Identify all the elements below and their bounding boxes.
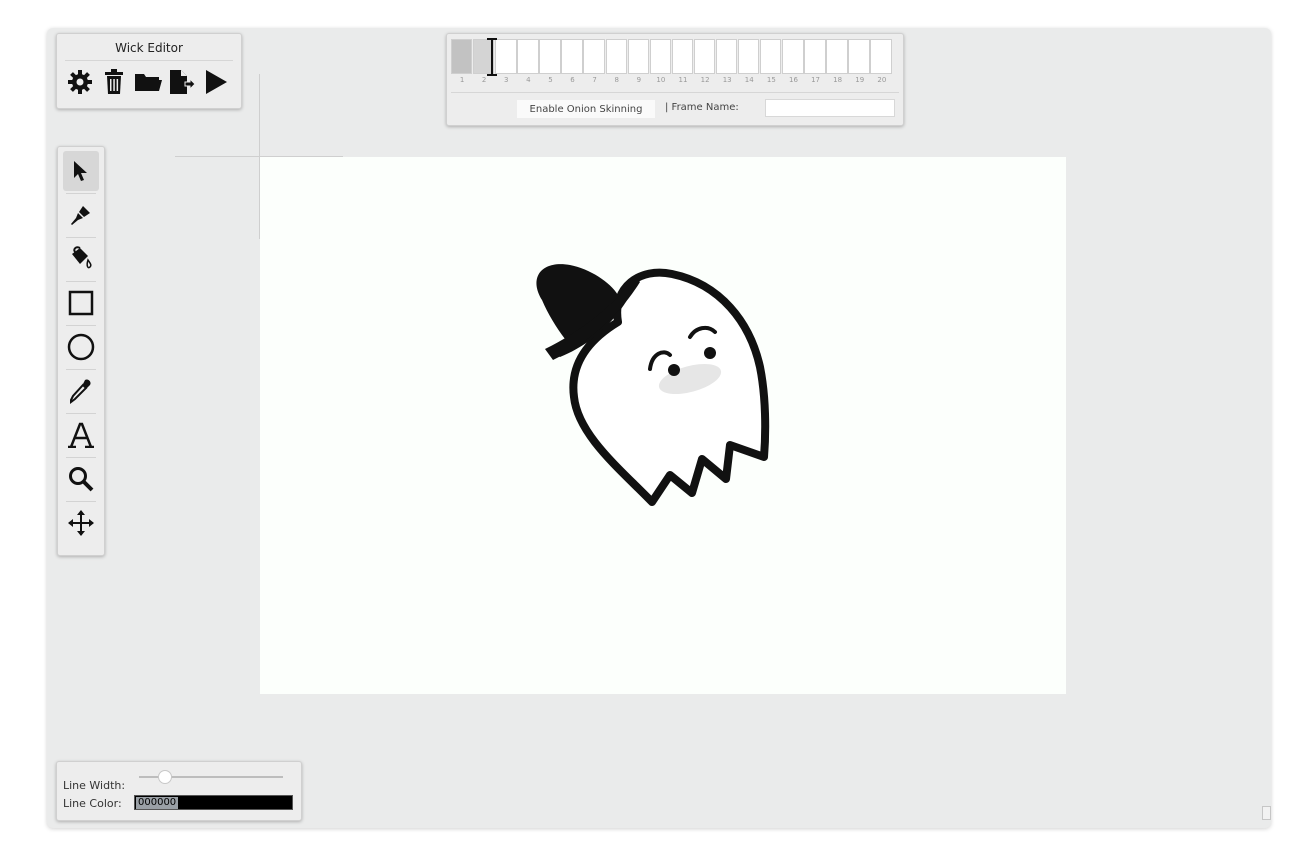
onion-skinning-button[interactable]: Enable Onion Skinning [517,100,655,118]
line-width-slider-thumb[interactable] [157,770,172,784]
trash-icon[interactable] [100,68,128,96]
frame-number: 9 [636,76,642,84]
frame-cell[interactable] [627,39,650,74]
frame-number: 11 [678,76,688,84]
gear-icon[interactable] [66,68,94,96]
frame-number: 19 [855,76,865,84]
frame-name-input[interactable] [765,99,895,117]
frame-number: 5 [548,76,553,84]
zoom-icon[interactable] [63,459,99,499]
divider [65,60,233,61]
line-width-label: Line Width: [63,779,126,792]
editor-window: Wick Editor 1 2 3 4 5 6 7 8 9 10 11 12 1… [47,28,1271,828]
frame-strip [451,39,893,74]
frame-number: 13 [722,76,732,84]
frame-number: 14 [744,76,754,84]
fill-bucket-icon[interactable] [63,239,99,279]
play-icon[interactable] [202,68,230,96]
drawing-canvas[interactable] [260,157,1066,694]
properties-panel: Line Width: Line Color: 000000 [56,761,302,821]
divider [66,281,96,282]
frame-cell[interactable] [715,39,738,74]
frame-cell[interactable] [495,39,517,74]
frame-cell[interactable] [693,39,716,74]
dropper-icon[interactable] [63,371,99,411]
divider [66,325,96,326]
rectangle-icon[interactable] [63,283,99,323]
divider [66,237,96,238]
frame-cell[interactable] [451,39,473,74]
frame-number: 17 [811,76,820,84]
frame-cell[interactable] [804,39,826,74]
frame-number: 8 [614,76,619,84]
frame-number: 4 [526,76,531,84]
line-color-value[interactable]: 000000 [136,797,179,809]
divider [66,457,96,458]
frame-cell[interactable] [605,39,627,74]
frame-cell[interactable] [848,39,870,74]
frame-cell[interactable] [870,39,892,74]
frame-cell[interactable] [671,39,694,74]
ellipse-icon[interactable] [63,327,99,367]
frame-cell[interactable] [539,39,561,74]
folder-icon[interactable] [134,68,162,96]
divider [451,92,899,93]
export-icon[interactable] [168,68,196,96]
app-title: Wick Editor [115,41,183,55]
line-color-label: Line Color: [63,797,122,810]
frame-number: 10 [656,76,666,84]
frame-cell[interactable] [760,39,782,74]
frame-cell[interactable] [738,39,760,74]
frame-cell[interactable] [517,39,539,74]
tools-panel [57,146,105,556]
frame-cell[interactable] [649,39,672,74]
frame-number: 6 [570,76,575,84]
pan-icon[interactable] [63,503,99,543]
frame-number: 2 [481,76,487,84]
frame-cell[interactable] [782,39,804,74]
frame-numbers: 1 2 3 4 5 6 7 8 9 10 11 12 13 14 15 16 17 18 19 20 [451,76,893,84]
divider [66,369,96,370]
frame-cell[interactable] [826,39,848,74]
brush-icon[interactable] [63,195,99,235]
frame-name-label: | Frame Name: [665,102,739,113]
frame-number: 12 [700,76,710,84]
frame-number: 3 [504,76,509,84]
text-icon[interactable] [63,415,99,455]
line-color-field[interactable]: 000000 [134,795,293,810]
frame-number: 1 [459,76,465,84]
frame-number: 7 [592,76,597,84]
ghost-drawing[interactable] [260,157,1066,694]
frame-cell[interactable] [583,39,605,74]
header-panel: Wick Editor [56,33,242,109]
divider [66,193,96,194]
frame-number: 20 [877,76,887,84]
resize-grip[interactable] [1262,806,1271,820]
timeline-panel: 1 2 3 4 5 6 7 8 9 10 11 12 13 14 15 16 17 18 19 20 Enable O… [446,33,904,126]
divider [66,501,96,502]
playhead[interactable] [491,38,493,76]
cursor-icon[interactable] [63,151,99,191]
frame-cell[interactable] [561,39,583,74]
frame-number: 18 [833,76,843,84]
frame-number: 15 [766,76,776,84]
divider [66,413,96,414]
frame-number: 16 [788,76,798,84]
